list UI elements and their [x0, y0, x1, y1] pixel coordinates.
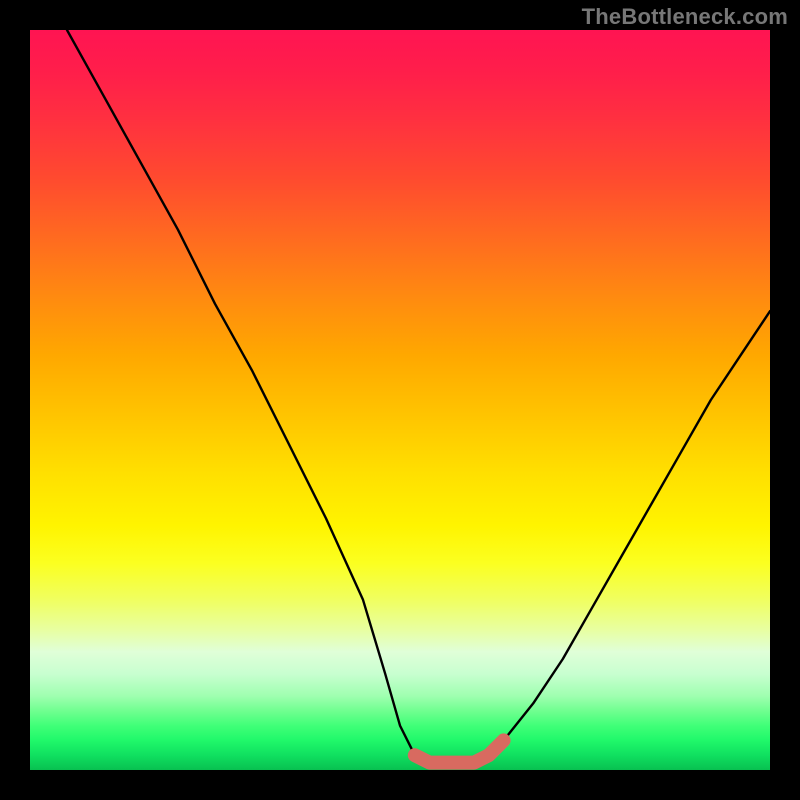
- curve-svg: [30, 30, 770, 770]
- optimal-zone-marker: [415, 740, 504, 762]
- plot-area: [30, 30, 770, 770]
- bottleneck-curve: [67, 30, 770, 763]
- watermark-text: TheBottleneck.com: [582, 4, 788, 30]
- chart-frame: TheBottleneck.com: [0, 0, 800, 800]
